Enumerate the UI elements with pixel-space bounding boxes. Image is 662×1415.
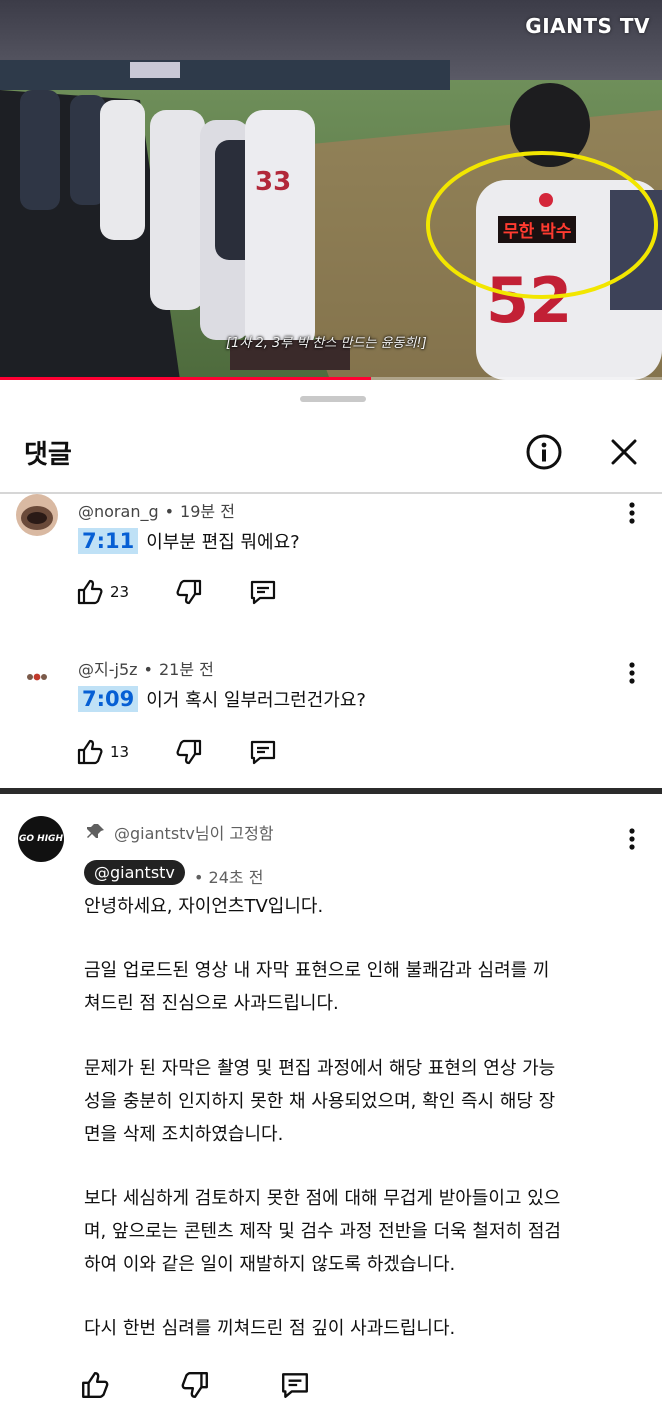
more-vert-icon <box>629 502 635 524</box>
video-progress-bar[interactable] <box>0 377 662 380</box>
dislike-button[interactable] <box>180 1370 210 1400</box>
comment-paragraph: 안녕하세요, 자이언츠TV입니다. <box>84 890 644 923</box>
pin-icon <box>87 824 104 838</box>
like-count: 13 <box>110 743 130 761</box>
reply-comment-icon <box>250 580 276 605</box>
reply-button[interactable] <box>280 1370 310 1400</box>
comment-text: 이거 혹시 일부러그런건가요? <box>146 690 366 711</box>
comment-actions: 23 <box>76 578 323 606</box>
like-button[interactable]: 13 <box>76 738 129 766</box>
avatar[interactable] <box>16 494 58 536</box>
thumb-down-icon <box>181 1372 208 1398</box>
sheet-title: 댓글 <box>24 440 72 470</box>
thumb-up-icon <box>77 579 103 605</box>
pinned-comment: GO HIGH @giantstv님이 고정함 @giantstv • 24초 … <box>0 794 662 1415</box>
like-button[interactable]: 23 <box>76 578 129 606</box>
reply-button[interactable] <box>249 738 277 766</box>
comment-line: 쳐드린 점 진심으로 사과드립니다. <box>84 993 339 1014</box>
comment-paragraph: 금일 업로드된 영상 내 자막 표현으로 인해 불쾌감과 심려를 끼 쳐드린 점… <box>84 954 644 1020</box>
comment-line: 안녕하세요, 자이언츠TV입니다. <box>84 896 324 917</box>
comment-time: 24초 전 <box>208 868 264 887</box>
thumb-down-icon <box>176 579 202 605</box>
thumb-down-icon <box>176 739 202 765</box>
comment-line: 보다 세심하게 검토하지 못한 점에 대해 무겁게 받아들이고 있으 <box>84 1188 561 1209</box>
jersey-label: 무한 박수 <box>498 216 577 243</box>
video-subtitle: [1사 2, 3루 빅 찬스 만드는 윤동희!] <box>226 336 427 351</box>
comment-author[interactable]: @noran_g <box>78 502 159 521</box>
comments-sheet: 댓글 @noran_g • 19분 전 7:11 이부분 편집 뭐에요? 23 … <box>0 382 662 788</box>
reply-button[interactable] <box>249 578 277 606</box>
comment-paragraph: 다시 한번 심려를 끼쳐드린 점 깊이 사과드립니다. <box>84 1312 644 1345</box>
channel-watermark: GIANTS TV <box>525 14 650 38</box>
comment-menu-button[interactable] <box>622 658 642 688</box>
comment-line: 며, 앞으로는 콘텐츠 제작 및 검수 과정 전반을 더욱 철저히 점검 <box>84 1221 561 1242</box>
comment-time: 21분 전 <box>158 660 214 679</box>
comment-line: 다시 한번 심려를 끼쳐드린 점 깊이 사과드립니다. <box>84 1318 456 1339</box>
thumb-up-icon <box>77 739 103 765</box>
comment-line: 면을 삭제 조치하였습니다. <box>84 1124 284 1145</box>
svg-text:52: 52 <box>486 264 572 337</box>
comment-line: 하여 이와 같은 일이 재발하지 않도록 하겠습니다. <box>84 1254 456 1275</box>
comment-line: 문제가 된 자막은 촬영 및 편집 과정에서 해당 표현의 연상 가능 <box>84 1058 556 1079</box>
comment-item: @noran_g • 19분 전 7:11 이부분 편집 뭐에요? 23 <box>0 494 662 644</box>
dislike-button[interactable] <box>175 578 203 606</box>
comment-paragraph: 보다 세심하게 검토하지 못한 점에 대해 무겁게 받아들이고 있으 며, 앞으… <box>84 1182 644 1281</box>
info-button[interactable] <box>524 432 564 472</box>
more-vert-icon <box>629 662 635 684</box>
comment-menu-button[interactable] <box>622 498 642 528</box>
video-frame: 33 52 <box>0 0 662 380</box>
drag-handle[interactable] <box>300 396 366 402</box>
avatar[interactable]: GO HIGH <box>18 816 64 862</box>
author-chip[interactable]: @giantstv <box>84 860 185 885</box>
comment-timestamp-link[interactable]: 7:09 <box>78 686 139 712</box>
like-button[interactable] <box>80 1370 110 1400</box>
thumb-up-icon <box>82 1372 109 1398</box>
comment-actions: 13 <box>76 738 323 766</box>
comment-line: 성을 충분히 인지하지 못한 채 사용되었으며, 확인 즉시 해당 장 <box>84 1091 556 1112</box>
comment-item: @지-j5z • 21분 전 7:09 이거 혹시 일부러그런건가요? 13 <box>0 654 662 788</box>
avatar[interactable] <box>16 656 58 698</box>
video-progress-fill <box>0 377 371 380</box>
video-player[interactable]: 33 52 GIANTS TV 무한 박수 [1사 2, 3루 빅 찬스 만드는… <box>0 0 662 380</box>
reply-comment-icon <box>250 740 276 765</box>
close-button[interactable] <box>604 432 644 472</box>
comment-actions <box>80 1370 380 1400</box>
dislike-button[interactable] <box>175 738 203 766</box>
more-vert-icon <box>629 828 635 850</box>
comment-text: 이부분 편집 뭐에요? <box>146 532 300 553</box>
comment-author[interactable]: @지-j5z <box>78 660 138 679</box>
close-icon <box>611 439 637 465</box>
comment-timestamp-link[interactable]: 7:11 <box>78 528 139 554</box>
comment-paragraph: 문제가 된 자막은 촬영 및 편집 과정에서 해당 표현의 연상 가능 성을 충… <box>84 1052 644 1151</box>
comment-time: 19분 전 <box>180 502 235 521</box>
reply-comment-icon <box>282 1373 308 1398</box>
comment-menu-button[interactable] <box>622 824 642 854</box>
svg-text:33: 33 <box>255 167 291 197</box>
like-count: 23 <box>110 583 130 601</box>
pinned-by-label: @giantstv님이 고정함 <box>114 824 274 843</box>
info-icon <box>526 434 562 470</box>
comment-line: 금일 업로드된 영상 내 자막 표현으로 인해 불쾌감과 심려를 끼 <box>84 960 550 981</box>
